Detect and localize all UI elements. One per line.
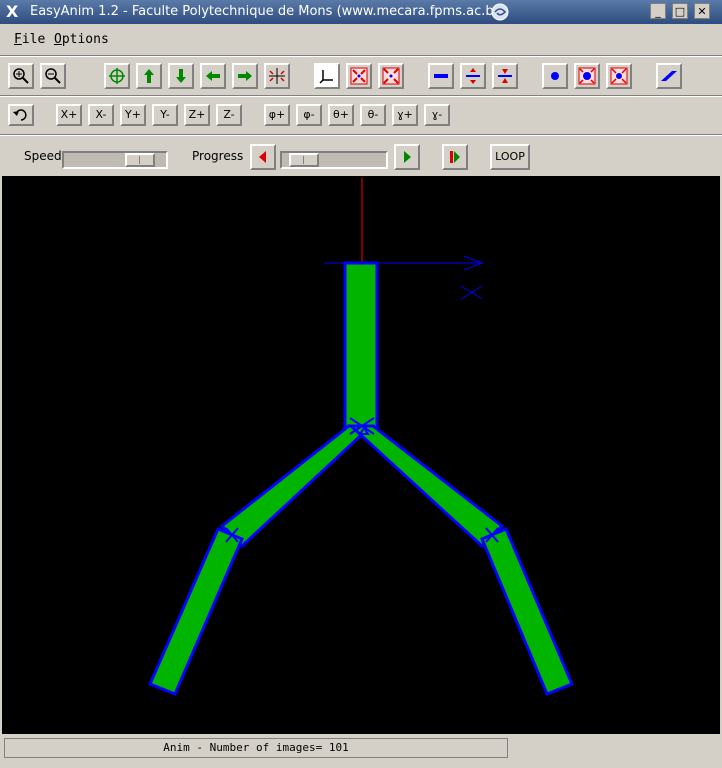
status-bar: Anim - Number of images= 101 (4, 738, 508, 758)
title-bar: X EasyAnim 1.2 - Faculte Polytechnique d… (0, 0, 722, 24)
right-upper-link (347, 424, 505, 549)
arrow-left-icon (206, 71, 220, 81)
line-shrink-icon (498, 69, 512, 83)
menu-file[interactable]: File (14, 32, 45, 47)
undo-icon (13, 109, 27, 121)
rotate-x-minus-button[interactable]: X- (88, 104, 114, 126)
psi-minus-button[interactable]: ɣ- (424, 104, 450, 126)
rotate-y-plus-button[interactable]: Y+ (120, 104, 146, 126)
pan-up-button[interactable] (136, 63, 162, 89)
point-smaller-button[interactable] (606, 63, 632, 89)
speed-slider[interactable] (62, 151, 168, 169)
crosshair-icon (109, 68, 125, 84)
axes-view-button[interactable] (314, 63, 340, 89)
arrow-right-icon (238, 71, 252, 81)
top-link (343, 261, 379, 430)
rotate-z-minus-button[interactable]: Z- (216, 104, 242, 126)
left-upper-link (219, 424, 375, 549)
rotate-y-minus-button[interactable]: Y- (152, 104, 178, 126)
point-icon (551, 72, 559, 80)
swirl-icon (491, 3, 509, 21)
zoom-in-button[interactable] (8, 63, 34, 89)
separator (0, 55, 722, 57)
line-icon (434, 74, 448, 78)
psi-plus-button[interactable]: ɣ+ (392, 104, 418, 126)
play-icon (450, 151, 460, 163)
parallelogram-icon (661, 71, 677, 81)
separator (0, 134, 722, 136)
progress-slider-thumb[interactable] (289, 153, 319, 167)
rotate-z-plus-button[interactable]: Z+ (184, 104, 210, 126)
shrink-icon (382, 67, 400, 85)
point-shrink-icon (610, 67, 628, 85)
menu-options[interactable]: Options (54, 32, 109, 47)
point-expand-icon (578, 67, 596, 85)
progress-slider[interactable] (280, 151, 388, 169)
theta-minus-button[interactable]: θ- (360, 104, 386, 126)
theta-plus-button[interactable]: θ+ (328, 104, 354, 126)
progress-label: Progress (192, 149, 244, 163)
pan-left-button[interactable] (200, 63, 226, 89)
line-width-button[interactable] (428, 63, 454, 89)
pan-right-button[interactable] (232, 63, 258, 89)
window-title: EasyAnim 1.2 - Faculte Polytechnique de … (30, 4, 507, 19)
x-logo-icon: X (6, 2, 19, 21)
reset-view-button[interactable] (8, 104, 34, 126)
close-button[interactable]: ✕ (694, 3, 710, 19)
zoom-out-icon (45, 68, 61, 84)
fit-view-button[interactable] (264, 63, 290, 89)
triangle-left-icon (259, 151, 266, 163)
zoom-out-button[interactable] (40, 63, 66, 89)
axes-icon (319, 70, 333, 84)
maximize-button[interactable]: □ (672, 3, 688, 19)
pan-down-button[interactable] (168, 63, 194, 89)
center-button[interactable] (104, 63, 130, 89)
rotate-x-plus-button[interactable]: X+ (56, 104, 82, 126)
line-expand-icon (466, 68, 480, 84)
step-back-button[interactable] (250, 144, 276, 170)
separator (0, 95, 722, 97)
line-thinner-button[interactable] (492, 63, 518, 89)
zoom-in-icon (13, 68, 29, 84)
step-forward-button[interactable] (394, 144, 420, 170)
left-lower-link (148, 527, 244, 696)
point-button[interactable] (542, 63, 568, 89)
fit-view-icon (269, 68, 285, 84)
speed-slider-thumb[interactable] (125, 153, 155, 167)
animation-canvas[interactable] (2, 176, 720, 734)
minimize-button[interactable]: _ (650, 3, 666, 19)
speed-label: Speed (24, 149, 62, 163)
status-text: Anim - Number of images= 101 (163, 741, 349, 754)
expand-icon (350, 67, 368, 85)
point-bigger-button[interactable] (574, 63, 600, 89)
phi-minus-button[interactable]: φ- (296, 104, 322, 126)
arrow-down-icon (176, 69, 186, 83)
loop-button[interactable]: LOOP (490, 144, 530, 170)
menu-bar: File Options (0, 26, 722, 54)
phi-plus-button[interactable]: φ+ (264, 104, 290, 126)
play-button[interactable] (442, 144, 468, 170)
right-lower-link (480, 527, 574, 696)
shrink-button[interactable] (378, 63, 404, 89)
triangle-right-icon (404, 151, 411, 163)
line-thicker-button[interactable] (460, 63, 486, 89)
surface-button[interactable] (656, 63, 682, 89)
expand-button[interactable] (346, 63, 372, 89)
arrow-up-icon (144, 69, 154, 83)
z-axis-marker (460, 285, 483, 300)
